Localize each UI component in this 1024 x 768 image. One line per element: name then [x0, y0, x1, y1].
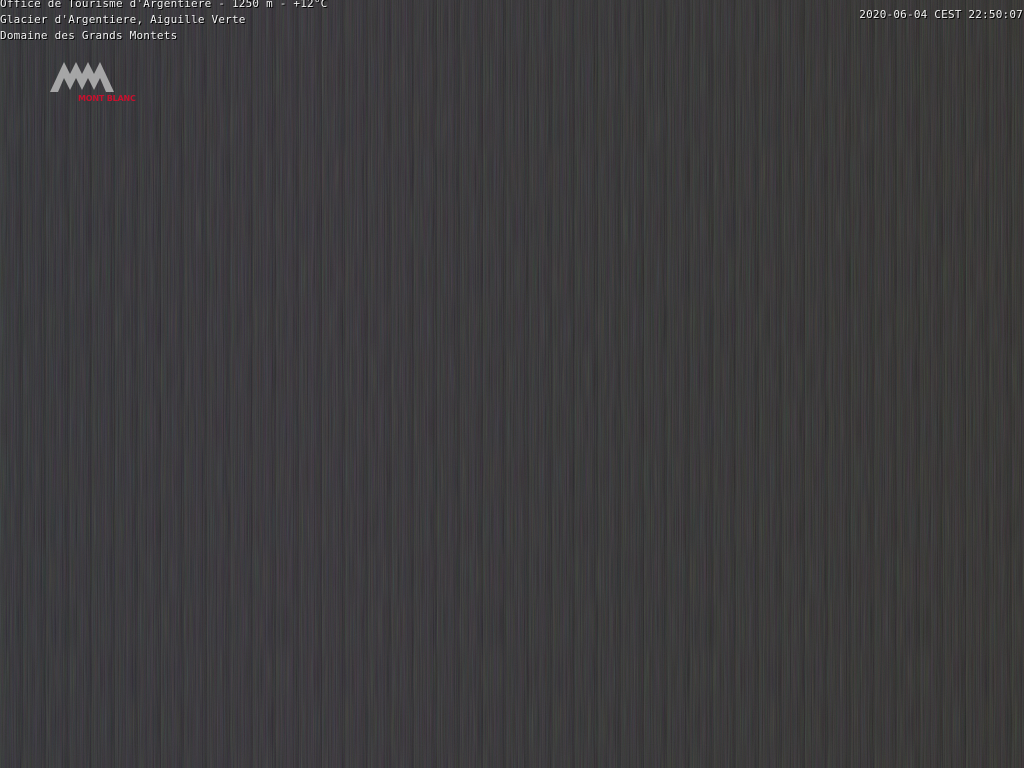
webcam-image: Office de Tourisme d'Argentiere - 1250 m… — [0, 0, 1024, 768]
mont-blanc-logo: MONT BLANC — [50, 52, 146, 108]
night-sensor-noise — [0, 0, 1024, 768]
location-info-text: Office de Tourisme d'Argentiere - 1250 m… — [0, 0, 328, 10]
view-description-text: Glacier d'Argentiere, Aiguille Verte — [0, 13, 246, 26]
logo-text: MONT BLANC — [78, 94, 136, 103]
timestamp-text: 2020-06-04 CEST 22:50:07 — [859, 8, 1023, 21]
ski-area-text: Domaine des Grands Montets — [0, 29, 178, 42]
